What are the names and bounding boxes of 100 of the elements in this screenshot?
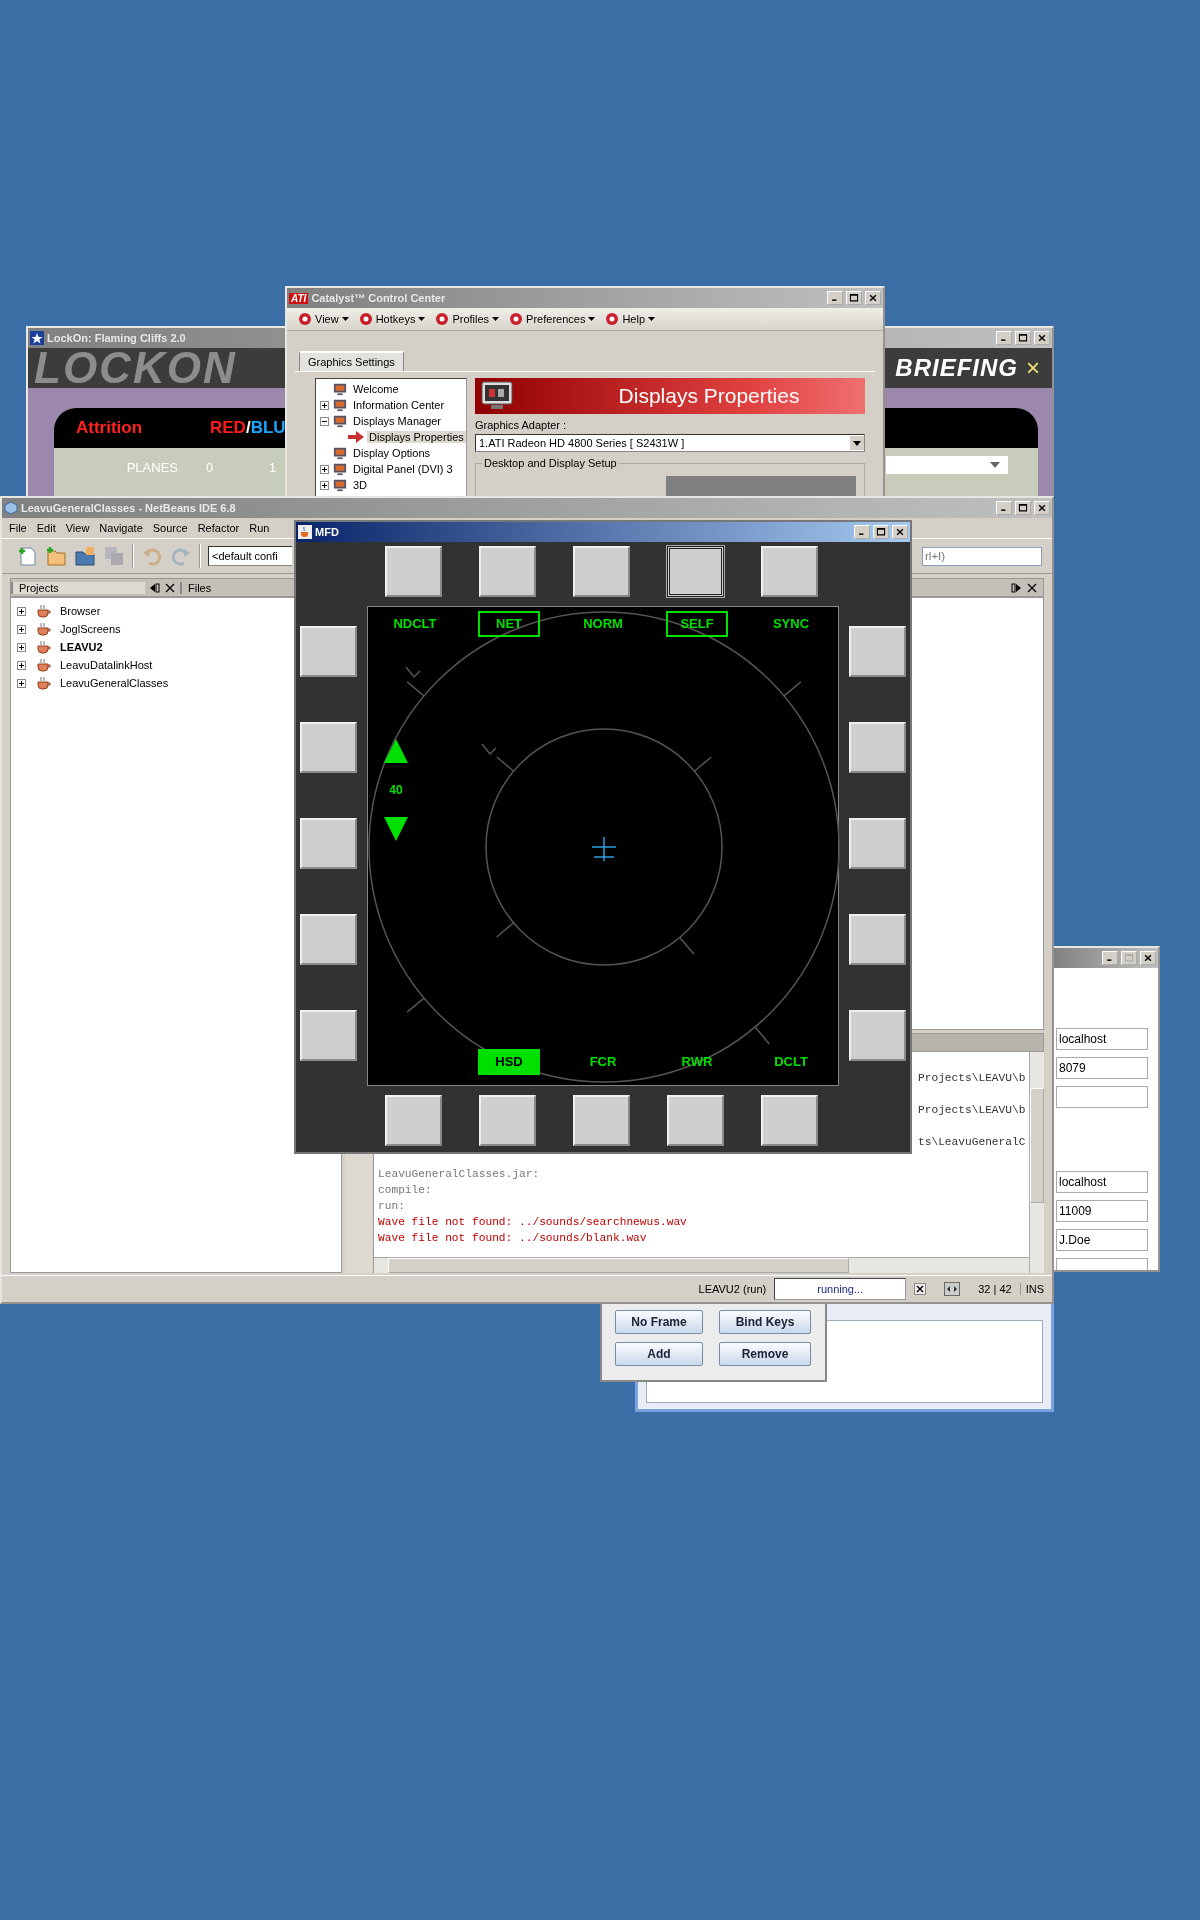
expander-icon[interactable] <box>320 416 329 426</box>
close-icon[interactable] <box>1027 582 1037 593</box>
menu-item[interactable]: Refactor <box>197 522 240 534</box>
close-icon <box>1142 953 1154 963</box>
bezel-button[interactable] <box>667 546 724 597</box>
close-icon <box>894 527 906 537</box>
maximize-button[interactable] <box>846 291 862 305</box>
adapter-dropdown[interactable]: 1.ATI Radeon HD 4800 Series [ S2431W ] <box>475 434 865 452</box>
group-label: Desktop and Display Setup <box>482 457 619 469</box>
tree-item[interactable]: Displays Properties <box>367 431 466 443</box>
cursor-position: 32 | 42 <box>978 1283 1012 1295</box>
new-file-icon[interactable] <box>16 545 38 567</box>
dialog-button[interactable]: No Frame <box>615 1310 703 1334</box>
close-button[interactable] <box>1034 331 1050 345</box>
horizontal-scrollbar[interactable] <box>374 1257 1029 1273</box>
project-item[interactable]: Browser <box>60 605 101 617</box>
progress-field: running... <box>774 1278 907 1300</box>
tree-item[interactable]: Display Options <box>351 447 433 459</box>
field-label: Graphics Adapter : <box>475 419 568 431</box>
search-field[interactable]: rl+I) <box>922 546 1042 566</box>
expander-icon[interactable] <box>17 642 26 652</box>
expander-icon[interactable] <box>320 464 329 474</box>
maximize-button[interactable] <box>1015 501 1031 515</box>
menu-item[interactable]: File <box>9 522 27 534</box>
menu-button[interactable]: Help <box>602 312 659 326</box>
maximize-button[interactable] <box>1015 331 1031 345</box>
cancel-icon[interactable] <box>914 1283 927 1295</box>
maximize-panel-icon[interactable] <box>1011 582 1021 593</box>
minimize-button[interactable] <box>827 291 843 305</box>
page-label[interactable]: RWR <box>666 1049 728 1075</box>
input-field[interactable] <box>1056 1086 1148 1108</box>
insert-mode: INS <box>1019 1283 1044 1295</box>
panel-title: Attrition <box>76 418 144 438</box>
close-icon[interactable] <box>165 582 175 593</box>
close-button[interactable] <box>1034 501 1050 515</box>
page-label[interactable]: FCR <box>572 1049 634 1075</box>
close-button[interactable]: × <box>1018 354 1040 382</box>
vertical-scrollbar[interactable] <box>1029 1052 1044 1273</box>
tree-item[interactable]: Welcome <box>351 383 401 395</box>
notification-icon[interactable] <box>944 1282 961 1296</box>
dialog-button[interactable]: Add <box>615 1342 703 1366</box>
menu-item[interactable]: View <box>65 522 90 534</box>
close-button[interactable] <box>892 525 908 539</box>
expander-icon[interactable] <box>320 400 329 410</box>
menu-button[interactable]: Profiles <box>432 312 503 326</box>
input-field[interactable]: localhost <box>1056 1171 1148 1193</box>
monitor-icon <box>332 398 348 412</box>
menu-item[interactable]: Navigate <box>99 522 143 534</box>
maximize-button[interactable] <box>873 525 889 539</box>
project-item[interactable]: LeavuDatalinkHost <box>60 659 153 671</box>
dropdown-field[interactable] <box>886 456 1008 474</box>
minimize-button[interactable] <box>1102 951 1118 965</box>
close-button[interactable] <box>865 291 881 305</box>
maximize-icon <box>1123 953 1135 963</box>
input-field[interactable]: J.Doe <box>1056 1229 1148 1251</box>
panel-tab[interactable]: Files <box>180 581 218 594</box>
expander-icon[interactable] <box>320 480 329 490</box>
close-button[interactable] <box>1140 951 1156 965</box>
menu-item[interactable]: Source <box>152 522 188 534</box>
project-item[interactable]: LEAVU2 <box>60 641 103 653</box>
monitor-icon <box>332 462 348 476</box>
panel-tab[interactable]: Projects <box>11 581 145 594</box>
expander-icon[interactable] <box>17 606 26 616</box>
dialog-button[interactable]: Remove <box>719 1342 811 1366</box>
project-item[interactable]: LeavuGeneralClasses <box>60 677 169 689</box>
monitor-icon <box>481 381 513 411</box>
maximize-icon <box>1017 333 1029 343</box>
input-field[interactable]: localhost <box>1056 1028 1148 1050</box>
input-field[interactable]: 11009 <box>1056 1200 1148 1222</box>
tab[interactable]: Graphics Settings <box>299 351 404 371</box>
page-label[interactable]: HSD <box>478 1049 540 1075</box>
menu-item[interactable]: Run <box>249 522 270 534</box>
menu-button[interactable]: Preferences <box>506 312 599 326</box>
menu-button[interactable]: Hotkeys <box>355 312 429 326</box>
menu-item[interactable]: Edit <box>36 522 56 534</box>
up-triangle-icon[interactable] <box>384 739 408 763</box>
mode-label: NDCLT <box>392 615 438 633</box>
minimize-panel-icon[interactable] <box>150 582 160 593</box>
minimize-button[interactable] <box>996 501 1012 515</box>
tree-item[interactable]: 3D <box>351 479 370 491</box>
menu-button[interactable]: View <box>295 312 352 326</box>
project-item[interactable]: JoglScreens <box>60 623 121 635</box>
tree-item[interactable]: Digital Panel (DVI) 3 <box>351 463 455 475</box>
tree-item[interactable]: Displays Manager <box>351 415 444 427</box>
expander-icon[interactable] <box>17 624 26 634</box>
input-field[interactable]: 8079 <box>1056 1057 1148 1079</box>
dialog-button[interactable]: Bind Keys <box>719 1310 811 1334</box>
minimize-button[interactable] <box>854 525 870 539</box>
count-value: 1 <box>267 460 278 475</box>
caret-icon <box>418 317 426 321</box>
down-triangle-icon[interactable] <box>384 817 408 841</box>
configuration-dropdown[interactable]: <default confi <box>208 546 292 566</box>
page-title: Displays Properties <box>617 384 801 408</box>
page-label[interactable]: DCLT <box>760 1049 822 1075</box>
minimize-button[interactable] <box>996 331 1012 345</box>
folder-icon[interactable] <box>74 545 96 567</box>
window-title: MFD <box>315 526 339 538</box>
expander-icon[interactable] <box>17 660 26 670</box>
expander-icon[interactable] <box>17 678 26 688</box>
tree-item[interactable]: Information Center <box>351 399 447 411</box>
